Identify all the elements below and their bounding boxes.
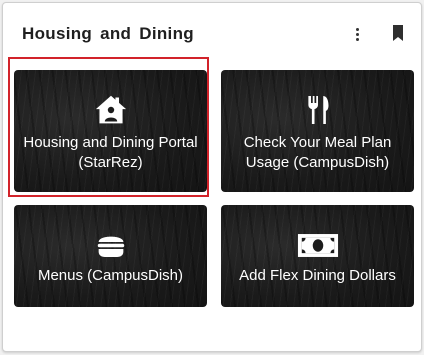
bookmark-icon[interactable] (387, 22, 409, 44)
tile-meal-plan[interactable]: Check Your Meal Plan Usage (CampusDish) (221, 70, 414, 192)
card-title: Housing and Dining (22, 24, 194, 43)
tile-label: Menus (CampusDish) (37, 267, 184, 284)
house-person-icon (95, 95, 126, 124)
tile-label: Check Your Meal Plan Usage (CampusDish) (243, 134, 392, 171)
more-vert-icon[interactable] (346, 23, 368, 45)
tile-menus[interactable]: Menus (CampusDish) (14, 205, 207, 307)
fork-knife-icon (307, 96, 328, 124)
tile-label: Add Flex Dining Dollars (239, 267, 396, 284)
tile-label: Housing and Dining Portal (StarRez) (23, 134, 198, 171)
tile-housing-portal[interactable]: Housing and Dining Portal (StarRez) (14, 70, 207, 192)
money-bill-icon (297, 234, 338, 257)
tile-flex-dollars[interactable]: Add Flex Dining Dollars (221, 205, 414, 307)
burger-icon (97, 236, 124, 257)
